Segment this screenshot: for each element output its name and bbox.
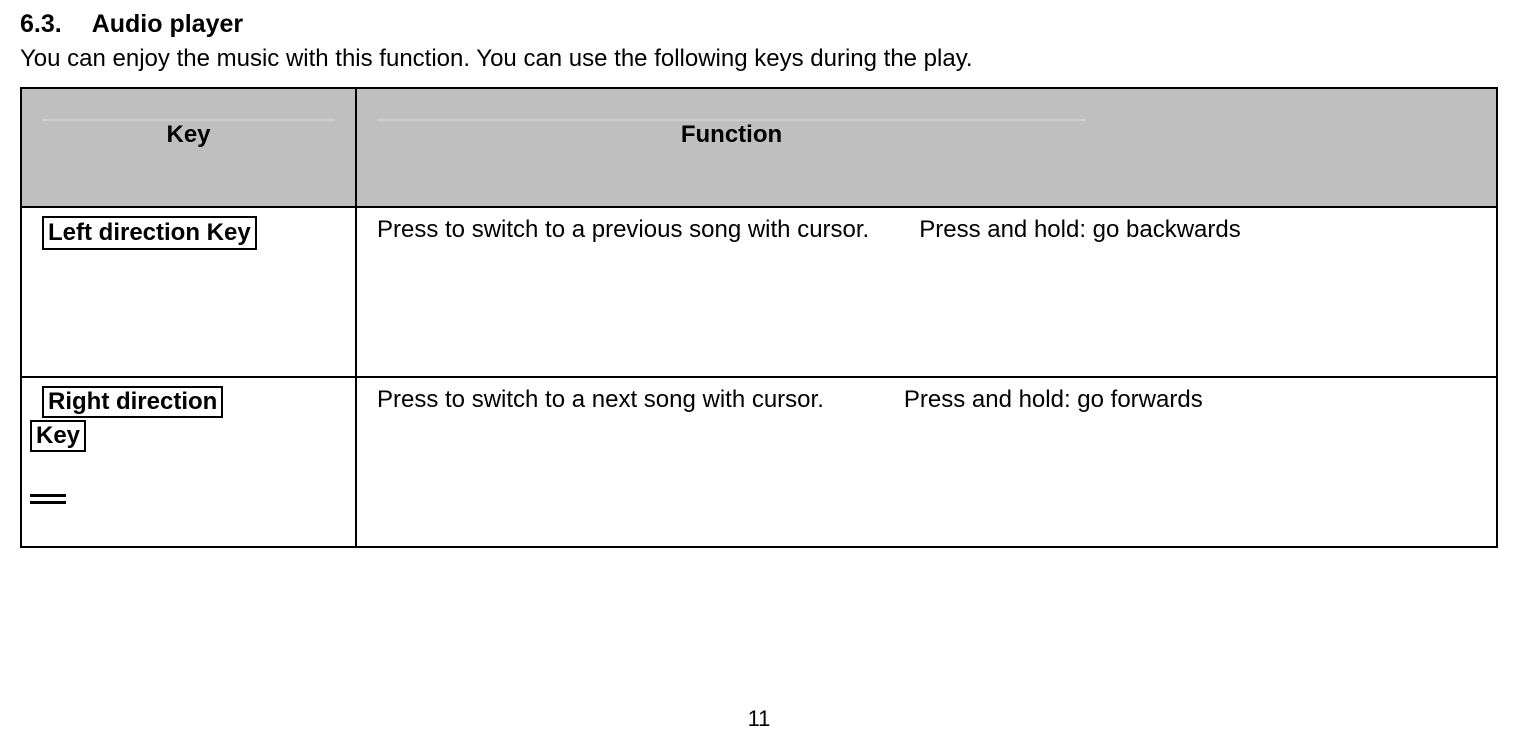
section-heading: 6.3. Audio player bbox=[20, 10, 1498, 39]
intro-text: You can enjoy the music with this functi… bbox=[20, 45, 1498, 73]
table-row: Left direction Key Press to switch to a … bbox=[21, 207, 1497, 377]
right-hold-text: Press and hold: go forwards bbox=[904, 386, 1203, 413]
page-number: 11 bbox=[0, 706, 1518, 732]
header-key-label: Key bbox=[166, 121, 210, 149]
right-direction-key-label-line2: Key bbox=[30, 420, 86, 452]
header-function-label: Function bbox=[681, 121, 782, 149]
section-title: Audio player bbox=[92, 10, 243, 38]
key-function-table: Key Function Left direction Key Press to… bbox=[20, 87, 1498, 548]
header-key: Key bbox=[21, 88, 356, 207]
left-direction-key-label: Left direction Key bbox=[42, 216, 257, 250]
right-press-text: Press to switch to a next song with curs… bbox=[377, 386, 824, 414]
left-hold-text: Press and hold: go backwards bbox=[919, 216, 1241, 243]
decorative-line bbox=[30, 501, 66, 504]
key-cell-left: Left direction Key bbox=[21, 207, 356, 377]
table-header-row: Key Function bbox=[21, 88, 1497, 207]
right-direction-key-label-line1: Right direction bbox=[42, 386, 223, 418]
function-cell-left: Press to switch to a previous song with … bbox=[356, 207, 1497, 377]
header-function: Function bbox=[356, 88, 1497, 207]
left-press-text: Press to switch to a previous song with … bbox=[377, 216, 869, 244]
key-cell-right: Right direction Key bbox=[21, 377, 356, 547]
function-cell-right: Press to switch to a next song with curs… bbox=[356, 377, 1497, 547]
table-row: Right direction Key Press to switch to a… bbox=[21, 377, 1497, 547]
decorative-line bbox=[30, 494, 66, 497]
section-number: 6.3. bbox=[20, 10, 62, 38]
